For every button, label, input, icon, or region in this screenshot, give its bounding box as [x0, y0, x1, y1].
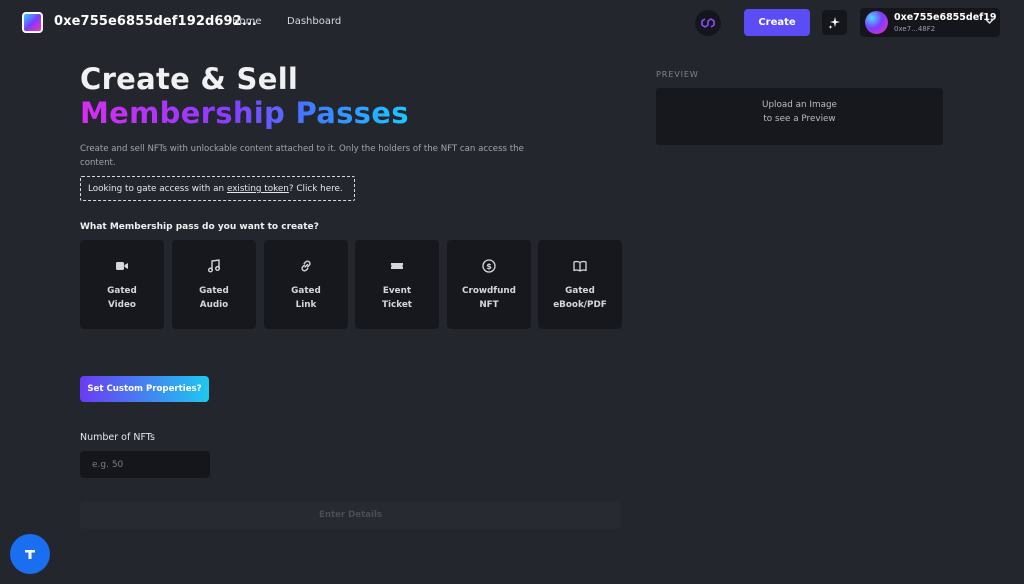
video-icon — [116, 262, 128, 270]
account-menu-button[interactable]: 0xe755e6855def19 0xe7...48F2 — [860, 8, 1000, 37]
card-label: eBook/PDF — [553, 300, 607, 310]
pass-card-crowdfund-nft[interactable]: $ Crowdfund NFT — [447, 240, 531, 329]
dollar-icon: $ — [482, 259, 496, 273]
link-icon — [301, 260, 311, 272]
pass-type-question: What Membership pass do you want to crea… — [80, 222, 319, 232]
page-title: Create & Sell — [80, 62, 299, 96]
card-label: Video — [108, 300, 136, 310]
existing-token-link[interactable]: existing token — [227, 184, 289, 194]
enter-details-button[interactable]: Enter Details — [80, 501, 621, 529]
pass-card-gated-ebook[interactable]: Gated eBook/PDF — [538, 240, 622, 329]
account-name: 0xe755e6855def19 — [894, 12, 997, 23]
preview-hint: to see a Preview — [763, 114, 836, 124]
pass-card-gated-video[interactable]: Gated Video — [80, 240, 164, 329]
sparkle-icon — [828, 17, 840, 29]
nav-link-dashboard[interactable]: Dashboard — [287, 16, 341, 27]
create-button[interactable]: Create — [744, 9, 810, 36]
pass-card-gated-audio[interactable]: Gated Audio — [172, 240, 256, 329]
card-label: Ticket — [381, 300, 413, 310]
chat-logo-icon — [25, 550, 35, 559]
preview-hint: Upload an Image — [762, 100, 837, 110]
card-label: Gated — [107, 286, 137, 296]
nav-link-home[interactable]: Home — [232, 16, 262, 27]
page-title-gradient: Membership Passes — [80, 96, 409, 130]
card-label: Link — [295, 300, 317, 310]
card-label: Gated — [565, 286, 595, 296]
gate-prefix: Looking to gate access with an — [88, 184, 227, 194]
book-icon — [573, 260, 587, 272]
pass-card-gated-link[interactable]: Gated Link — [264, 240, 348, 329]
card-label: Gated — [199, 286, 229, 296]
chevron-down-icon — [985, 19, 994, 25]
card-label: Event — [382, 286, 412, 296]
pass-card-event-ticket[interactable]: Event Ticket — [355, 240, 439, 329]
nft-count-label: Number of NFTs — [80, 432, 155, 443]
ticket-icon — [391, 263, 403, 269]
set-custom-properties-button[interactable]: Set Custom Properties? — [80, 376, 209, 402]
chain-selector-button[interactable] — [695, 10, 721, 36]
brand-name[interactable]: 0xe755e6855def192d692... — [54, 14, 257, 29]
page-description: Create and sell NFTs with unlockable con… — [80, 144, 524, 168]
preview-heading: PREVIEW — [656, 69, 699, 79]
brand-logo[interactable] — [22, 12, 43, 33]
sparkle-button[interactable] — [822, 10, 847, 35]
card-label: Crowdfund — [462, 286, 516, 296]
existing-token-gate-link[interactable]: Looking to gate access with an existing … — [80, 176, 355, 201]
polygon-icon — [701, 18, 715, 28]
card-label: NFT — [479, 300, 499, 310]
account-short-address: 0xe7...48F2 — [894, 25, 936, 33]
nft-count-input[interactable] — [80, 451, 210, 478]
preview-panel: Upload an Image to see a Preview — [656, 88, 943, 145]
card-label: Audio — [199, 300, 229, 310]
gate-suffix: ? Click here. — [288, 184, 343, 194]
avatar — [865, 11, 888, 34]
music-icon — [208, 259, 220, 273]
svg-text:$: $ — [486, 262, 492, 271]
card-label: Gated — [291, 286, 321, 296]
top-navbar: 0xe755e6855def192d692... Home Dashboard … — [0, 0, 1024, 44]
support-chat-button[interactable] — [10, 534, 50, 574]
